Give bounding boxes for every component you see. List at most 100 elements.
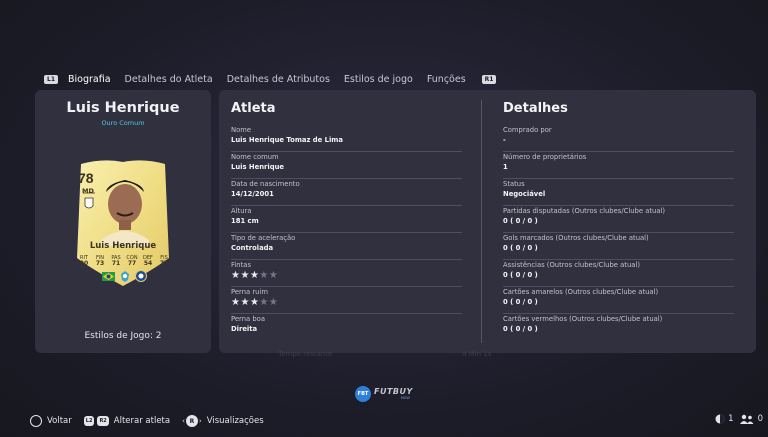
card-badges bbox=[102, 270, 147, 282]
stat-def: DEF 54 bbox=[142, 255, 154, 267]
r-stick-icon[interactable]: R bbox=[185, 415, 198, 427]
star-empty-icon: ★ bbox=[268, 297, 279, 308]
tab-biografia[interactable]: Biografia bbox=[68, 74, 111, 85]
background-time-value: 8 Min 1s bbox=[462, 350, 492, 358]
field-label: Nome bbox=[231, 126, 252, 134]
field-label: Nome comum bbox=[231, 153, 279, 161]
star-empty-icon: ★ bbox=[259, 297, 269, 308]
field-label: Assistências (Outros clubes/Clube atual) bbox=[503, 261, 640, 269]
star-filled-icon: ★ bbox=[249, 297, 260, 308]
league-badge-icon bbox=[121, 270, 129, 282]
star-empty-icon: ★ bbox=[268, 270, 279, 281]
field-value: 181 cm bbox=[231, 217, 259, 225]
weak-foot-stars: ★★★★★ bbox=[231, 298, 278, 308]
stat-value: 73 bbox=[95, 260, 105, 267]
field-value: Controlada bbox=[231, 244, 274, 252]
chevron-right-icon: › bbox=[198, 417, 202, 425]
tab-detalhes-atleta[interactable]: Detalhes do Atleta bbox=[125, 74, 213, 85]
back-label[interactable]: Voltar bbox=[47, 416, 72, 426]
stat-value: 90 bbox=[79, 260, 89, 267]
field-value: 14/12/2001 bbox=[231, 190, 274, 198]
star-filled-icon: ★ bbox=[249, 270, 260, 281]
player-card-panel: Luis Henrique Ouro Comum bbox=[35, 90, 211, 353]
details-field-status: Status Negociável bbox=[503, 179, 734, 206]
r2-button-icon[interactable]: R2 bbox=[97, 416, 109, 426]
logo-subtext: NOW bbox=[401, 396, 410, 400]
athlete-field-common-name: Nome comum Luis Henrique bbox=[231, 152, 462, 179]
r1-button-hint[interactable]: R1 bbox=[481, 74, 497, 84]
details-field-owners: Número de proprietários 1 bbox=[503, 152, 734, 179]
stat-fin: FIN 73 bbox=[94, 255, 106, 267]
details-field-red-cards: Cartões vermelhos (Outros clubes/Clube a… bbox=[503, 314, 734, 341]
field-label: Cartões amarelos (Outros clubes/Clube at… bbox=[503, 288, 659, 296]
field-label: Fintas bbox=[231, 261, 251, 269]
nation-flag-icon bbox=[102, 271, 115, 281]
field-value: Luis Henrique bbox=[231, 163, 285, 171]
field-label: Perna boa bbox=[231, 315, 265, 323]
field-label: Número de proprietários bbox=[503, 153, 587, 161]
field-value: - bbox=[503, 136, 506, 144]
athlete-field-skill-moves: Fintas ★★★★★ bbox=[231, 260, 462, 287]
stat-value: 54 bbox=[143, 260, 153, 267]
field-label: Altura bbox=[231, 207, 252, 215]
club-badge-icon bbox=[135, 270, 147, 282]
athlete-field-height: Altura 181 cm bbox=[231, 206, 462, 233]
field-value: 0 ( 0 / 0 ) bbox=[503, 244, 538, 252]
field-value: Luis Henrique Tomaz de Lima bbox=[231, 136, 343, 144]
athlete-field-birthdate: Data de nascimento 14/12/2001 bbox=[231, 179, 462, 206]
card-rating: 78 bbox=[78, 170, 94, 186]
field-value: Negociável bbox=[503, 190, 546, 198]
field-label: Gols marcados (Outros clubes/Clube atual… bbox=[503, 234, 649, 242]
field-label: Status bbox=[503, 180, 525, 188]
logo-text: FUTBUY bbox=[374, 387, 413, 396]
tab-detalhes-atributos[interactable]: Detalhes de Atributos bbox=[227, 74, 330, 85]
athlete-field-weak-foot: Perna ruim ★★★★★ bbox=[231, 287, 462, 314]
athlete-field-acceleration: Tipo de aceleração Controlada bbox=[231, 233, 462, 260]
info-panel: Atleta Detalhes Nome Luis Henrique Tomaz… bbox=[219, 90, 756, 353]
playstyles-count: Estilos de Jogo: 2 bbox=[84, 331, 162, 341]
tab-estilos-de-jogo[interactable]: Estilos de jogo bbox=[344, 74, 413, 85]
field-value: 0 ( 0 / 0 ) bbox=[503, 325, 538, 333]
player-name: Luis Henrique bbox=[66, 100, 180, 116]
views-label[interactable]: Visualizações bbox=[207, 416, 264, 426]
back-button-icon[interactable]: O bbox=[30, 415, 42, 427]
athlete-title: Atleta bbox=[231, 101, 276, 116]
l2-button-icon[interactable]: L2 bbox=[83, 416, 95, 426]
tab-bar: L1 Biografia Detalhes do Atleta Detalhes… bbox=[44, 72, 497, 86]
field-label: Tipo de aceleração bbox=[231, 234, 296, 242]
party-icon bbox=[739, 414, 754, 424]
field-value: 0 ( 0 / 0 ) bbox=[503, 298, 538, 306]
field-value: 1 bbox=[503, 163, 508, 171]
details-field-yellow-cards: Cartões amarelos (Outros clubes/Clube at… bbox=[503, 287, 734, 314]
field-label: Partidas disputadas (Outros clubes/Clube… bbox=[503, 207, 666, 215]
stat-fis: FIS 77 bbox=[158, 255, 170, 267]
online-icon bbox=[715, 414, 725, 424]
field-value: Direita bbox=[231, 325, 258, 333]
controls-bar: O Voltar L2 R2 Alterar atleta ‹ R › Visu… bbox=[30, 414, 276, 428]
details-field-assists: Assistências (Outros clubes/Clube atual)… bbox=[503, 260, 734, 287]
online-status: 1 0 bbox=[715, 414, 763, 424]
background-time-label: Tempo restante bbox=[278, 350, 333, 358]
card-position: MD bbox=[82, 187, 94, 195]
stat-value: 77 bbox=[127, 260, 137, 267]
online-count: 1 bbox=[728, 414, 734, 424]
star-empty-icon: ★ bbox=[259, 270, 269, 281]
logo-badge-icon: FBT bbox=[355, 386, 371, 402]
tab-funcoes[interactable]: Funções bbox=[427, 74, 466, 85]
l1-button-hint[interactable]: L1 bbox=[44, 74, 58, 84]
card-player-name: Luis Henrique bbox=[89, 241, 157, 251]
card-rarity: Ouro Comum bbox=[101, 119, 145, 127]
star-filled-icon: ★ bbox=[240, 270, 250, 281]
details-field-bought-by: Comprado por - bbox=[503, 125, 734, 152]
chevron-left-icon: ‹ bbox=[182, 417, 185, 425]
details-field-matches: Partidas disputadas (Outros clubes/Clube… bbox=[503, 206, 734, 233]
party-count: 0 bbox=[757, 414, 763, 424]
futbuy-logo: FBT FUTBUY NOW bbox=[355, 386, 413, 402]
stat-rit: RIT 90 bbox=[78, 255, 90, 267]
stat-pas: PAS 71 bbox=[110, 255, 122, 267]
change-player-label[interactable]: Alterar atleta bbox=[114, 416, 170, 426]
field-label: Data de nascimento bbox=[231, 180, 300, 188]
card-stats: RIT 90 FIN 73 PAS 71 CON 77 DEF 54 FIS 77 bbox=[78, 255, 170, 267]
star-filled-icon: ★ bbox=[240, 297, 250, 308]
details-field-goals: Gols marcados (Outros clubes/Clube atual… bbox=[503, 233, 734, 260]
